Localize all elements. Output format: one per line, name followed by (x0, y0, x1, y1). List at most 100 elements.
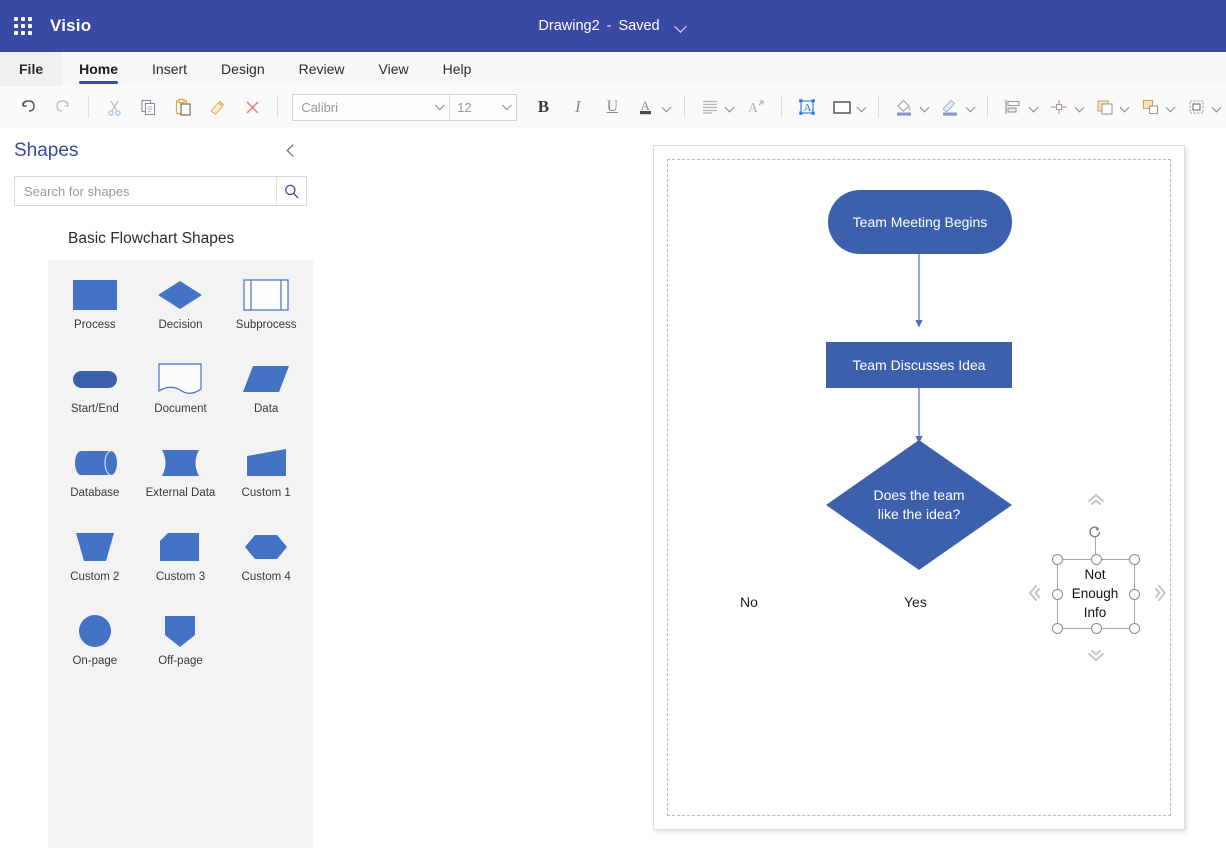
drawing-page[interactable]: Team Meeting Begins Team Discusses Idea … (653, 145, 1185, 830)
search-input[interactable] (15, 177, 276, 205)
group-icon[interactable] (1137, 92, 1165, 122)
subprocess-icon (240, 272, 292, 318)
line-color-icon[interactable] (936, 92, 964, 122)
group-chevron-down-icon[interactable] (1166, 102, 1175, 112)
tab-design[interactable]: Design (204, 52, 282, 86)
copy-icon[interactable] (134, 92, 162, 122)
shapes-search-row (14, 176, 307, 206)
shape-item-custom-3[interactable]: Custom 3 (138, 520, 224, 604)
fill-color-chevron-down-icon[interactable] (920, 102, 929, 112)
shape-item-database[interactable]: Database (52, 436, 138, 520)
flowchart-node-process[interactable]: Team Discusses Idea (826, 342, 1012, 388)
tab-file[interactable]: File (0, 52, 63, 86)
shape-item-process[interactable]: Process (52, 268, 138, 352)
save-status: Saved (618, 18, 660, 34)
selected-shape[interactable]: Not Enough Info (1052, 526, 1140, 634)
clear-icon[interactable] (238, 92, 266, 122)
shape-item-custom-4[interactable]: Custom 4 (223, 520, 309, 604)
shape-item-external-data[interactable]: External Data (138, 436, 224, 520)
paste-icon[interactable] (169, 92, 197, 122)
tab-view[interactable]: View (362, 52, 426, 86)
branch-label-no[interactable]: No (740, 594, 758, 610)
shape-grid: Process Decision Subprocess Start/End Do… (48, 260, 313, 688)
font-size-value[interactable]: 12 (449, 94, 498, 120)
chevron-down-icon[interactable] (675, 20, 688, 33)
bold-button[interactable]: B (529, 92, 557, 122)
title-separator: - (606, 18, 612, 34)
position-icon[interactable] (999, 92, 1027, 122)
redo-icon[interactable] (48, 92, 76, 122)
flowchart-node-start[interactable]: Team Meeting Begins (828, 190, 1012, 254)
font-color-icon[interactable]: A (633, 92, 661, 122)
paragraph-align-icon[interactable] (696, 92, 724, 122)
autoconnect-up-icon[interactable] (1087, 490, 1105, 508)
resize-handle-se[interactable] (1129, 623, 1140, 634)
autoconnect-left-icon[interactable] (1025, 584, 1043, 602)
toolbar-divider (878, 96, 880, 118)
flowchart-node-decision[interactable]: Does the team like the idea? (826, 440, 1012, 570)
resize-handle-n[interactable] (1090, 554, 1102, 565)
shape-style-icon[interactable] (827, 92, 855, 122)
externaldata-icon (154, 440, 206, 486)
cut-icon[interactable] (100, 92, 128, 122)
paragraph-chevron-down-icon[interactable] (725, 102, 734, 112)
stencil-shape-list: Process Decision Subprocess Start/End Do… (48, 260, 313, 848)
shape-item-data[interactable]: Data (223, 352, 309, 436)
font-name-value[interactable]: Calibri (293, 95, 431, 120)
underline-button[interactable]: U (598, 92, 626, 122)
connector-chevron-down-icon[interactable] (1075, 102, 1084, 112)
resize-handle-nw[interactable] (1052, 554, 1063, 565)
resize-handle-s[interactable] (1090, 623, 1102, 634)
drawing-canvas[interactable]: Team Meeting Begins Team Discusses Idea … (313, 128, 1226, 848)
shape-item-custom-1[interactable]: Custom 1 (223, 436, 309, 520)
autoconnect-down-icon[interactable] (1087, 647, 1105, 665)
branch-label-yes[interactable]: Yes (904, 594, 927, 610)
shape-label: Database (70, 487, 120, 499)
bring-forward-chevron-down-icon[interactable] (1120, 102, 1129, 112)
fill-color-icon[interactable] (890, 92, 918, 122)
resize-handle-w[interactable] (1052, 588, 1063, 600)
resize-handle-ne[interactable] (1129, 554, 1140, 565)
shape-label: On-page (72, 655, 118, 667)
chevron-left-icon[interactable] (281, 140, 301, 160)
app-launcher-icon[interactable] (14, 17, 32, 35)
font-name-chevron-down-icon[interactable] (431, 95, 449, 120)
font-color-chevron-down-icon[interactable] (662, 102, 671, 112)
tab-help[interactable]: Help (426, 52, 489, 86)
shape-item-start-end[interactable]: Start/End (52, 352, 138, 436)
selected-text-line2: Enough (1071, 585, 1119, 601)
shape-item-subprocess[interactable]: Subprocess (223, 268, 309, 352)
tab-insert[interactable]: Insert (135, 52, 204, 86)
shape-item-on-page[interactable]: On-page (52, 604, 138, 688)
undo-icon[interactable] (14, 92, 42, 122)
toolbar-divider (277, 96, 279, 118)
document-title[interactable]: Drawing2 (538, 18, 599, 34)
stencil-name[interactable]: Basic Flowchart Shapes (48, 218, 313, 260)
container-chevron-down-icon[interactable] (1212, 102, 1221, 112)
text-direction-icon[interactable]: A (741, 92, 769, 122)
bring-forward-icon[interactable] (1091, 92, 1119, 122)
shape-item-off-page[interactable]: Off-page (138, 604, 224, 688)
shape-item-document[interactable]: Document (138, 352, 224, 436)
tab-review[interactable]: Review (282, 52, 362, 86)
font-size-chevron-down-icon[interactable] (498, 95, 516, 120)
shape-label: Custom 2 (70, 571, 120, 583)
rotate-handle-icon[interactable] (1087, 524, 1103, 540)
search-icon[interactable] (276, 177, 306, 205)
italic-button[interactable]: I (564, 92, 592, 122)
resize-handle-sw[interactable] (1052, 623, 1063, 634)
connector-icon[interactable] (1045, 92, 1073, 122)
node-label: Team Meeting Begins (852, 213, 988, 230)
shape-style-chevron-down-icon[interactable] (857, 102, 866, 112)
text-block-icon[interactable]: A (793, 92, 821, 122)
tab-home[interactable]: Home (62, 52, 135, 86)
autoconnect-right-icon[interactable] (1152, 584, 1170, 602)
resize-handle-e[interactable] (1129, 588, 1140, 600)
shapes-panel-title: Shapes (14, 140, 79, 161)
position-chevron-down-icon[interactable] (1029, 102, 1038, 112)
container-icon[interactable] (1183, 92, 1211, 122)
format-painter-icon[interactable] (203, 92, 231, 122)
line-color-chevron-down-icon[interactable] (966, 102, 975, 112)
shape-item-custom-2[interactable]: Custom 2 (52, 520, 138, 604)
shape-item-decision[interactable]: Decision (138, 268, 224, 352)
